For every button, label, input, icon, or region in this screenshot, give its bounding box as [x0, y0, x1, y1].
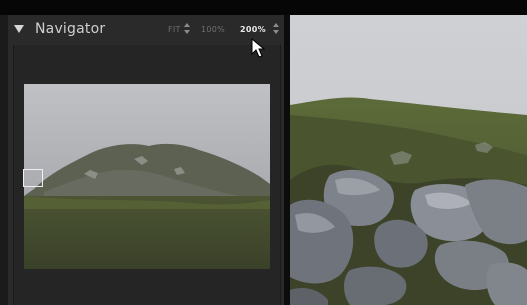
- collapse-triangle-icon[interactable]: [14, 25, 24, 33]
- navigator-viewport-box[interactable]: [23, 169, 43, 187]
- fit-stepper-icon[interactable]: [184, 23, 190, 35]
- navigator-thumbnail[interactable]: [24, 84, 270, 269]
- mouse-pointer-icon: [251, 38, 265, 58]
- navigator-header[interactable]: Navigator FIT 100% 200%: [8, 15, 284, 45]
- zoom-stepper-icon[interactable]: [273, 23, 279, 35]
- zoom-fit-option[interactable]: FIT: [168, 25, 181, 34]
- navigator-title: Navigator: [35, 21, 106, 37]
- main-image-view[interactable]: [290, 15, 527, 305]
- zoom-200-option[interactable]: 200%: [240, 25, 266, 34]
- zoom-100-option[interactable]: 100%: [201, 25, 225, 34]
- top-bar: [0, 0, 527, 15]
